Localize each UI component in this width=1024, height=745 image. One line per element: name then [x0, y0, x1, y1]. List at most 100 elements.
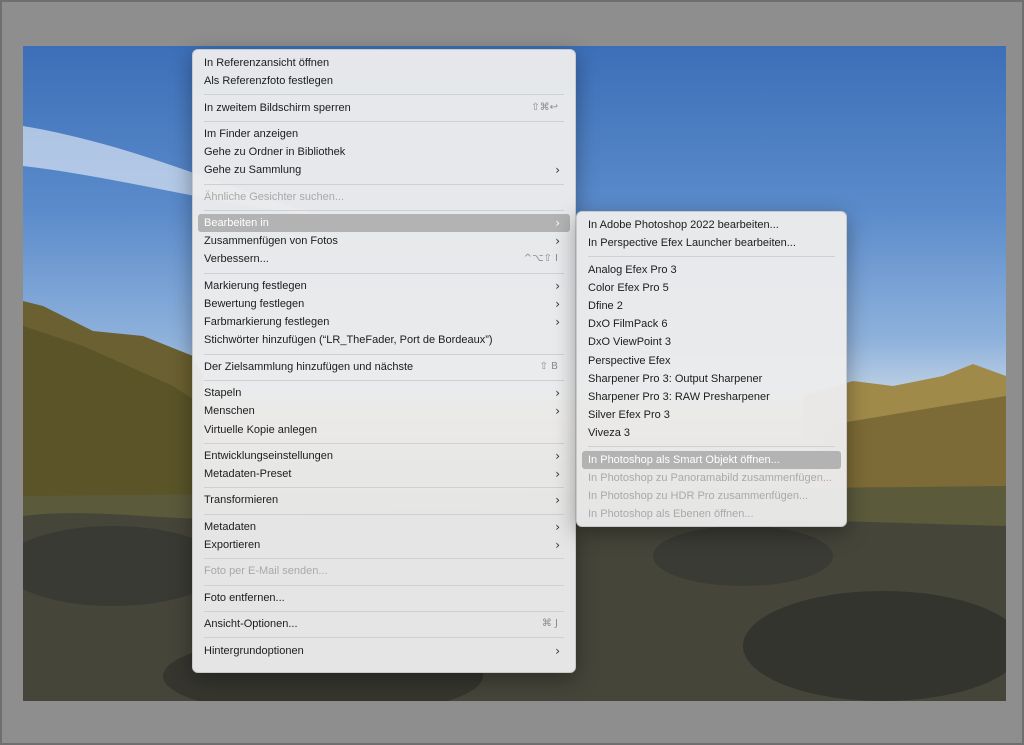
menu-item-foto-entfernen[interactable]: Foto entfernen... — [198, 589, 570, 607]
menu-item-label: Gehe zu Ordner in Bibliothek — [204, 146, 346, 159]
menu-separator — [204, 209, 564, 211]
menu-item-label: Zusammenfügen von Fotos — [204, 235, 338, 248]
submenu-item-in-photoshop-als-ebenen-oeffnen: In Photoshop als Ebenen öffnen... — [582, 505, 841, 523]
menu-item-label: DxO ViewPoint 3 — [588, 336, 671, 349]
submenu-item-sharpener-pro-3-raw-presharpener[interactable]: Sharpener Pro 3: RAW Presharpener — [582, 388, 841, 406]
chevron-right-icon: › — [555, 404, 560, 419]
chevron-right-icon: › — [555, 467, 560, 482]
menu-separator — [204, 513, 564, 515]
menu-separator — [204, 637, 564, 639]
menu-item-label: Color Efex Pro 5 — [588, 281, 669, 294]
chevron-right-icon: › — [555, 448, 560, 463]
menu-item-label: Analog Efex Pro 3 — [588, 263, 677, 276]
menu-item-label: Im Finder anzeigen — [204, 127, 299, 140]
menu-item-in-zweitem-bildschirm-sperren[interactable]: In zweitem Bildschirm sperren ⇧⌘↩ — [198, 99, 570, 117]
menu-item-in-referenzansicht-oeffnen[interactable]: In Referenzansicht öffnen — [198, 54, 570, 72]
chevron-right-icon: › — [555, 519, 560, 534]
menu-item-stapeln[interactable]: Stapeln › — [198, 384, 570, 402]
menu-separator — [204, 558, 564, 560]
submenu-item-sharpener-pro-3-output-sharpener[interactable]: Sharpener Pro 3: Output Sharpener — [582, 370, 841, 388]
menu-item-farbmarkierung-festlegen[interactable]: Farbmarkierung festlegen › — [198, 313, 570, 331]
menu-item-label: DxO FilmPack 6 — [588, 318, 668, 331]
chevron-right-icon: › — [555, 315, 560, 330]
menu-item-label: Sharpener Pro 3: Output Sharpener — [588, 372, 763, 385]
chevron-right-icon: › — [555, 538, 560, 552]
menu-item-label: Ansicht-Optionen... — [204, 618, 298, 631]
menu-separator — [204, 120, 564, 122]
menu-item-zusammenfuegen-von-fotos[interactable]: Zusammenfügen von Fotos › — [198, 232, 570, 250]
menu-item-label: In zweitem Bildschirm sperren — [204, 101, 351, 114]
chevron-right-icon: › — [555, 216, 560, 231]
menu-item-exportieren[interactable]: Exportieren › — [198, 536, 570, 554]
menu-item-label: Stichwörter hinzufügen (“LR_TheFader, Po… — [204, 334, 493, 347]
menu-separator — [204, 442, 564, 444]
submenu-item-color-efex-pro-5[interactable]: Color Efex Pro 5 — [582, 279, 841, 297]
menu-item-shortcut: ^⌥⇧ I — [523, 253, 558, 265]
menu-separator — [204, 584, 564, 586]
menu-item-im-finder-anzeigen[interactable]: Im Finder anzeigen — [198, 125, 570, 143]
submenu-item-dxo-viewpoint-3[interactable]: DxO ViewPoint 3 — [582, 333, 841, 351]
menu-item-label: Metadaten — [204, 520, 256, 533]
menu-item-label: Als Referenzfoto festlegen — [204, 75, 334, 88]
menu-item-bearbeiten-in[interactable]: Bearbeiten in › — [198, 214, 570, 233]
edit-in-submenu: In Adobe Photoshop 2022 bearbeiten... In … — [576, 211, 847, 527]
menu-item-label: Silver Efex Pro 3 — [588, 409, 670, 422]
menu-item-shortcut: ⇧ B — [539, 360, 558, 372]
menu-item-verbessern[interactable]: Verbessern... ^⌥⇧ I — [198, 250, 570, 268]
submenu-item-in-adobe-photoshop-2022-bearbeiten[interactable]: In Adobe Photoshop 2022 bearbeiten... — [582, 216, 841, 234]
menu-item-label: Perspective Efex — [588, 354, 671, 367]
menu-item-label: Exportieren — [204, 539, 261, 551]
context-menu: In Referenzansicht öffnen Als Referenzfot… — [192, 49, 576, 673]
menu-separator — [204, 487, 564, 489]
menu-item-label: Foto entfernen... — [204, 591, 285, 604]
submenu-item-in-perspective-efex-launcher-bearbeiten[interactable]: In Perspective Efex Launcher bearbeiten.… — [582, 234, 841, 252]
menu-item-label: In Photoshop als Ebenen öffnen... — [588, 508, 754, 521]
menu-item-label: Metadaten-Preset — [204, 468, 292, 481]
menu-item-label: Viveza 3 — [588, 427, 630, 440]
submenu-item-analog-efex-pro-3[interactable]: Analog Efex Pro 3 — [582, 261, 841, 279]
menu-item-foto-per-e-mail-senden: Foto per E-Mail senden... — [198, 562, 570, 580]
menu-item-metadaten-preset[interactable]: Metadaten-Preset › — [198, 465, 570, 483]
chevron-right-icon: › — [555, 163, 560, 178]
menu-item-label: Gehe zu Sammlung — [204, 164, 302, 177]
submenu-item-viveza-3[interactable]: Viveza 3 — [582, 424, 841, 442]
menu-item-markierung-festlegen[interactable]: Markierung festlegen › — [198, 277, 570, 295]
menu-separator — [204, 610, 564, 612]
menu-item-metadaten[interactable]: Metadaten › — [198, 518, 570, 536]
menu-item-gehe-zu-ordner-in-bibliothek[interactable]: Gehe zu Ordner in Bibliothek — [198, 143, 570, 161]
submenu-item-in-photoshop-als-smart-objekt-oeffnen[interactable]: In Photoshop als Smart Objekt öffnen... — [582, 450, 841, 469]
submenu-item-dfine-2[interactable]: Dfine 2 — [582, 297, 841, 315]
menu-item-shortcut: ⇧⌘↩ — [531, 101, 558, 113]
menu-separator — [204, 353, 564, 355]
menu-item-label: Ähnliche Gesichter suchen... — [204, 190, 345, 203]
menu-item-virtuelle-kopie-anlegen[interactable]: Virtuelle Kopie anlegen — [198, 421, 570, 439]
submenu-item-dxo-filmpack-6[interactable]: DxO FilmPack 6 — [582, 315, 841, 333]
chevron-right-icon: › — [555, 386, 560, 401]
menu-item-menschen[interactable]: Menschen › — [198, 402, 570, 420]
submenu-item-in-photoshop-zu-hdr-pro-zusammenfuegen: In Photoshop zu HDR Pro zusammenfügen... — [582, 487, 841, 505]
menu-item-label: Entwicklungseinstellungen — [204, 449, 334, 462]
menu-item-hintergrundoptionen[interactable]: Hintergrundoptionen › — [198, 642, 570, 660]
menu-item-als-referenzfoto-festlegen[interactable]: Als Referenzfoto festlegen — [198, 72, 570, 90]
menu-item-shortcut: ⌘ J — [541, 618, 558, 630]
submenu-item-silver-efex-pro-3[interactable]: Silver Efex Pro 3 — [582, 406, 841, 424]
menu-separator — [204, 183, 564, 185]
menu-item-label: Virtuelle Kopie anlegen — [204, 423, 317, 436]
submenu-item-perspective-efex[interactable]: Perspective Efex — [582, 352, 841, 370]
menu-item-transformieren[interactable]: Transformieren › — [198, 491, 570, 509]
menu-item-stichwoerter-hinzufuegen-lr-thefader-por[interactable]: Stichwörter hinzufügen (“LR_TheFader, Po… — [198, 331, 570, 349]
menu-separator — [204, 379, 564, 381]
menu-item-label: In Photoshop als Smart Objekt öffnen... — [588, 453, 780, 466]
menu-separator — [204, 94, 564, 96]
menu-item-label: Menschen — [204, 405, 255, 418]
menu-item-ansicht-optionen[interactable]: Ansicht-Optionen... ⌘ J — [198, 615, 570, 633]
menu-item-entwicklungseinstellungen[interactable]: Entwicklungseinstellungen › — [198, 447, 570, 465]
submenu-item-in-photoshop-zu-panoramabild-zusammenfue: In Photoshop zu Panoramabild zusammenfüg… — [582, 469, 841, 487]
menu-item-label: In Adobe Photoshop 2022 bearbeiten... — [588, 219, 779, 231]
menu-item-der-zielsammlung-hinzufuegen-und-naechst[interactable]: Der Zielsammlung hinzufügen und nächste ⇧… — [198, 358, 570, 376]
menu-item-label: Sharpener Pro 3: RAW Presharpener — [588, 390, 770, 403]
menu-item-gehe-zu-sammlung[interactable]: Gehe zu Sammlung › — [198, 161, 570, 179]
menu-item-label: Markierung festlegen — [204, 279, 307, 292]
menu-item-bewertung-festlegen[interactable]: Bewertung festlegen › — [198, 295, 570, 313]
menu-separator — [588, 446, 835, 448]
